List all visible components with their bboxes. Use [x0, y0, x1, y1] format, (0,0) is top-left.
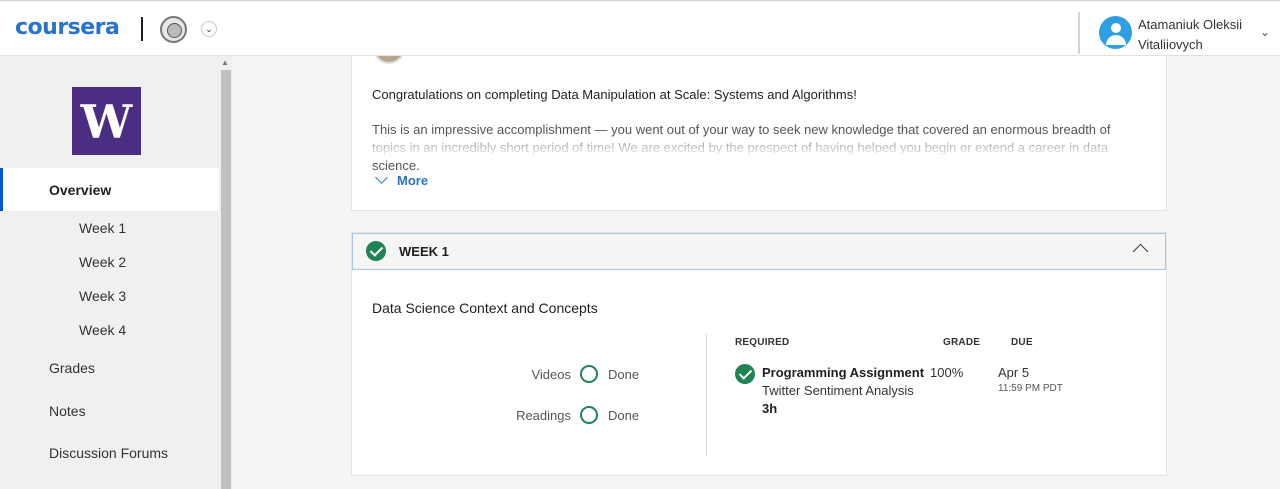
user-menu-chevron-icon[interactable]: ⌄	[1260, 25, 1270, 39]
sidebar-item-overview[interactable]: Overview	[0, 168, 219, 211]
assignment-duration: 3h	[762, 401, 778, 416]
scrollbar-thumb[interactable]	[221, 70, 231, 489]
sidebar-item-notes[interactable]: Notes	[49, 403, 86, 419]
column-divider	[706, 334, 707, 456]
user-name[interactable]: Atamaniuk Oleksii Vitaliiovych	[1138, 15, 1258, 55]
sidebar-item-week-1[interactable]: Week 1	[79, 220, 126, 236]
progress-ring-icon	[580, 406, 598, 424]
logo-divider	[141, 17, 143, 41]
text-fade-overlay	[372, 138, 1152, 158]
assignment-grade: 100%	[930, 365, 964, 380]
user-avatar-icon[interactable]	[1099, 16, 1132, 49]
sidebar-item-discussion-forums[interactable]: Discussion Forums	[49, 445, 168, 461]
sidebar-item-week-3[interactable]: Week 3	[79, 288, 126, 304]
assignment-due-date: Apr 5	[998, 365, 1030, 380]
completed-check-icon	[366, 241, 386, 261]
sidebar-item-week-4[interactable]: Week 4	[79, 322, 126, 338]
sidebar-item-grades[interactable]: Grades	[49, 360, 95, 376]
column-header-required: REQUIRED	[735, 337, 790, 348]
more-label: More	[397, 173, 429, 188]
column-header-grade: GRADE	[943, 337, 981, 348]
more-button[interactable]: More	[374, 171, 429, 188]
progress-ring-icon	[580, 365, 598, 383]
column-header-due: DUE	[1011, 337, 1033, 348]
header-divider	[1078, 12, 1080, 54]
chevron-down-icon[interactable]: ⌄	[201, 21, 217, 37]
sidebar-item-label: Overview	[49, 182, 112, 198]
university-of-washington-logo[interactable]: W	[72, 87, 141, 155]
readings-status: Done	[608, 408, 640, 423]
coursera-logo[interactable]: coursera	[15, 15, 120, 40]
videos-label: Videos	[531, 367, 571, 382]
chevron-down-icon	[375, 171, 388, 184]
scroll-up-icon[interactable]: ▲	[221, 58, 229, 67]
assignment-subtitle[interactable]: Twitter Sentiment Analysis	[762, 383, 914, 398]
top-navigation-bar: coursera ⌄ Atamaniuk Oleksii Vitaliiovyc…	[0, 0, 1280, 56]
week-title: WEEK 1	[399, 244, 449, 259]
university-seal-icon[interactable]	[160, 16, 187, 43]
week-topic-title: Data Science Context and Concepts	[372, 300, 598, 316]
congrats-message: Congratulations on completing Data Manip…	[372, 87, 857, 102]
sidebar-item-week-2[interactable]: Week 2	[79, 254, 126, 270]
videos-status: Done	[608, 367, 640, 382]
assignment-due-time: 11:59 PM PDT	[998, 383, 1063, 394]
assignment-title[interactable]: Programming Assignment	[762, 365, 924, 380]
week-1-header[interactable]	[352, 233, 1166, 270]
completed-check-icon	[735, 364, 755, 384]
readings-label: Readings	[516, 408, 571, 423]
